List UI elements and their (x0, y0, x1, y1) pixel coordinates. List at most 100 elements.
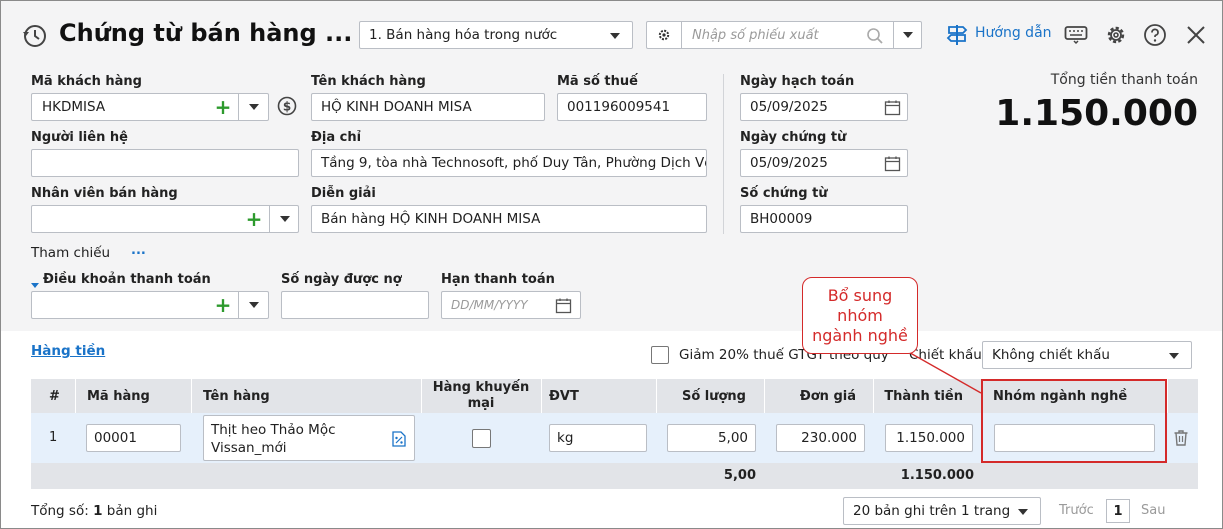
current-page[interactable]: 1 (1106, 499, 1130, 523)
search-dropdown-toggle[interactable] (894, 22, 921, 48)
row-item-code-input[interactable]: 00001 (86, 424, 181, 452)
customer-code-field[interactable]: HKDMISA + (31, 93, 269, 121)
guide-icon[interactable] (946, 23, 968, 51)
due-date-input[interactable]: DD/MM/YYYY (451, 298, 528, 312)
chevron-down-icon (903, 32, 913, 38)
chevron-down-icon (249, 104, 259, 110)
col-index: # (49, 388, 60, 404)
row-promo-checkbox[interactable] (472, 429, 491, 448)
description-input[interactable]: Bán hàng HỘ KINH DOANH MISA (311, 205, 707, 233)
gear-icon[interactable] (1104, 23, 1128, 51)
address-label: Địa chỉ (311, 130, 362, 145)
close-icon[interactable] (1185, 24, 1207, 50)
credit-days-input[interactable] (281, 291, 429, 319)
row-item-name-line1: Thịt heo Thảo Mộc (211, 422, 336, 438)
callout-line1: Bổ sung (827, 286, 893, 305)
description-label: Diễn giải (311, 186, 376, 201)
calendar-icon[interactable] (884, 155, 901, 176)
col-unit-price[interactable]: Đơn giá (764, 379, 856, 413)
col-item-code[interactable]: Mã hàng (87, 379, 150, 413)
voucher-search-input[interactable]: Nhập số phiếu xuất (692, 28, 819, 43)
col-promo[interactable]: Hàng khuyến mại (421, 379, 541, 413)
plus-icon: + (245, 207, 263, 231)
help-icon[interactable] (1143, 23, 1167, 51)
discount-select[interactable]: Không chiết khấu (982, 341, 1192, 369)
keyboard-icon[interactable] (1064, 25, 1088, 49)
vertical-divider (723, 74, 724, 234)
row-unit-price-input[interactable]: 230.000 (776, 424, 865, 452)
search-icon[interactable] (866, 27, 884, 48)
credit-days-label: Số ngày được nợ (281, 272, 402, 287)
row-quantity-input[interactable]: 5,00 (667, 424, 756, 452)
settings-small-icon[interactable] (647, 22, 681, 48)
col-unit[interactable]: ĐVT (549, 379, 579, 413)
address-input[interactable]: Tầng 9, tòa nhà Technosoft, phố Duy Tân,… (311, 149, 707, 177)
voucher-window: Chứng từ bán hàng ... 1. Bán hàng hóa tr… (0, 0, 1223, 529)
plus-icon: + (214, 95, 232, 119)
row-unit-input[interactable]: kg (549, 424, 647, 452)
grid-totals-row: 5,00 1.150.000 (31, 463, 1198, 489)
page-title: Chứng từ bán hàng ... (59, 19, 353, 47)
customer-code-value: HKDMISA (42, 99, 106, 115)
prev-page-button[interactable]: Trước (1059, 503, 1094, 518)
vat-reduction-checkbox[interactable] (651, 346, 669, 364)
dollar-coin-icon[interactable]: $ (277, 95, 297, 121)
discount-value: Không chiết khấu (992, 347, 1110, 363)
callout-line2: nhóm (837, 306, 883, 325)
row-item-name-line2: Vissan_mới (211, 440, 287, 456)
calendar-icon[interactable] (555, 297, 572, 318)
row-item-name-field[interactable]: Thịt heo Thảo Mộc Vissan_mới (203, 415, 415, 461)
total-payment-value: 1.150.000 (995, 93, 1198, 134)
add-payment-terms-button[interactable]: + (208, 292, 238, 318)
calendar-icon[interactable] (884, 99, 901, 120)
posting-date-field[interactable]: 05/09/2025 (740, 93, 908, 121)
col-promo-line2: mại (467, 396, 495, 411)
total-amount: 1.150.000 (900, 468, 974, 483)
tab-goods-money[interactable]: Hàng tiền (31, 343, 105, 359)
customer-dropdown-toggle[interactable] (239, 94, 268, 120)
voucher-date-input[interactable]: 05/09/2025 (750, 155, 828, 171)
salesperson-label: Nhân viên bán hàng (31, 186, 178, 201)
plus-icon: + (214, 293, 232, 317)
chevron-down-icon (249, 302, 259, 308)
voucher-date-field[interactable]: 05/09/2025 (740, 149, 908, 177)
voucher-type-value: 1. Bán hàng hóa trong nước (369, 27, 558, 43)
salesperson-field[interactable]: + (31, 205, 299, 233)
page-size-select[interactable]: 20 bản ghi trên 1 trang (843, 497, 1041, 525)
payment-terms-field[interactable]: + (31, 291, 269, 319)
chevron-down-icon (279, 216, 290, 222)
posting-date-input[interactable]: 05/09/2025 (750, 99, 828, 115)
guide-link[interactable]: Hướng dẫn (975, 25, 1052, 41)
next-page-button[interactable]: Sau (1141, 503, 1165, 518)
due-date-field[interactable]: DD/MM/YYYY (441, 291, 581, 319)
salesperson-dropdown-toggle[interactable] (270, 206, 298, 232)
col-item-name[interactable]: Tên hàng (203, 379, 270, 413)
reference-label: Tham chiếu (31, 245, 111, 261)
voucher-type-select[interactable]: 1. Bán hàng hóa trong nước (359, 21, 633, 49)
due-date-label: Hạn thanh toán (441, 272, 555, 287)
tax-code-input[interactable]: 001196009541 (557, 93, 707, 121)
voucher-no-input[interactable]: BH00009 (740, 205, 908, 233)
add-customer-button[interactable]: + (208, 94, 238, 120)
page-size-value: 20 bản ghi trên 1 trang (853, 503, 1011, 519)
row-index: 1 (49, 430, 58, 445)
row-amount-input[interactable]: 1.150.000 (885, 424, 973, 452)
history-icon[interactable] (21, 23, 47, 53)
voucher-search-box: Nhập số phiếu xuất (646, 21, 922, 49)
contact-input[interactable] (31, 149, 299, 177)
customer-code-label: Mã khách hàng (31, 74, 142, 89)
add-salesperson-button[interactable]: + (239, 206, 269, 232)
col-quantity[interactable]: Số lượng (656, 379, 746, 413)
customer-name-input[interactable]: HỘ KINH DOANH MISA (311, 93, 545, 121)
industry-group-highlight (981, 379, 1167, 463)
reference-more-link[interactable]: ... (131, 243, 146, 258)
contact-label: Người liên hệ (31, 130, 128, 145)
tax-code-label: Mã số thuế (557, 74, 638, 89)
posting-date-label: Ngày hạch toán (740, 74, 855, 89)
payment-terms-dropdown-toggle[interactable] (239, 292, 268, 318)
callout-bubble: Bổ sung nhóm ngành nghề (802, 277, 918, 354)
customer-name-label: Tên khách hàng (311, 74, 426, 89)
voucher-no-label: Số chứng từ (740, 186, 828, 201)
trash-icon[interactable] (1173, 429, 1189, 451)
document-percent-icon[interactable] (392, 431, 406, 452)
